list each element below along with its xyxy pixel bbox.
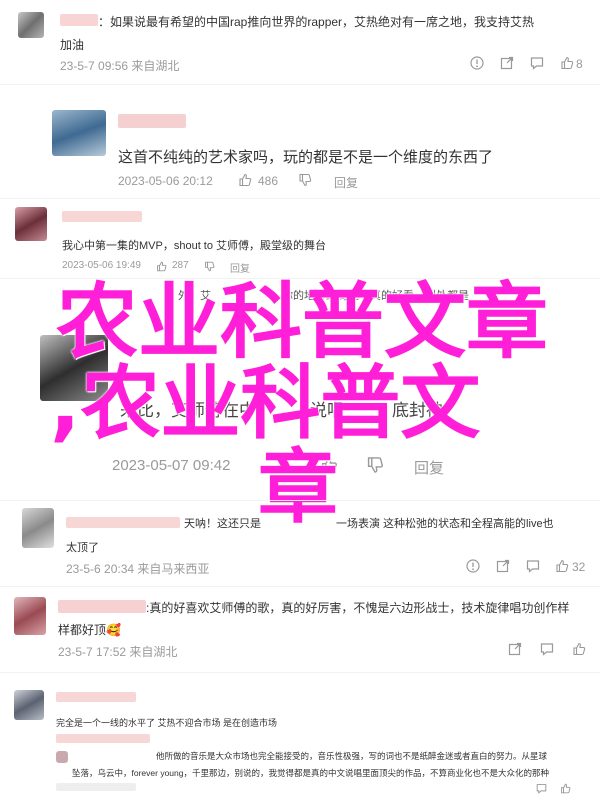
comment-text: 完全是一个一线的水平了 艾热不迎合市场 是在创造市场 xyxy=(56,718,278,728)
nested-reply-text-line2: 坠落，乌云中，forever young，千里那边，别说的，我觉得都是真的中文说… xyxy=(72,768,549,778)
comment-date: 23-5-6 20:34 来自马来西亚 xyxy=(66,562,210,576)
comment-text: 这首不纯纯的艺术家吗，玩的都是不是一个维度的东西了 xyxy=(118,149,494,166)
emoji: 🥰 xyxy=(106,623,121,637)
nested-username-blur[interactable] xyxy=(56,734,150,743)
like-icon[interactable] xyxy=(560,56,574,75)
nested-reply-text: 他所做的音乐是大众市场也完全能接受的，音乐性极强，写的词也不是纸醉金迷或者直白的… xyxy=(156,751,548,761)
comment-date: 2023-05-07 09:42 xyxy=(112,457,231,474)
comment-text-line2: 加油 xyxy=(60,38,85,52)
like-icon[interactable] xyxy=(238,173,252,192)
avatar[interactable] xyxy=(18,12,44,38)
nested-avatar[interactable] xyxy=(56,751,68,763)
overlay-title-line2: ,农业科普文 xyxy=(50,357,481,450)
comment-text: :真的好喜欢艾师傅的歌，真的好厉害，不愧是六边形战士，技术旋律唱功创作样 xyxy=(146,601,570,615)
like-icon[interactable] xyxy=(555,559,569,578)
comment-date: 2023-05-06 19:49 xyxy=(62,260,141,271)
share-icon[interactable] xyxy=(508,642,522,661)
comment-date: 23-5-7 17:52 来自湖北 xyxy=(58,645,178,659)
comment-date: 2023-05-06 20:12 xyxy=(118,174,213,188)
username-blur[interactable] xyxy=(118,114,186,128)
username-blur[interactable] xyxy=(58,600,146,613)
share-icon[interactable] xyxy=(496,559,510,578)
overlay-title-line1: 农业科普文章 xyxy=(56,275,549,370)
dislike-icon[interactable] xyxy=(298,173,312,192)
avatar[interactable] xyxy=(14,690,44,720)
comment-icon[interactable] xyxy=(526,559,540,578)
comment-icon[interactable] xyxy=(540,642,554,661)
username-blur[interactable] xyxy=(60,14,98,26)
username-blur[interactable] xyxy=(62,211,142,222)
like-icon[interactable] xyxy=(560,781,571,799)
dislike-icon[interactable] xyxy=(366,456,384,479)
nested-meta-blur xyxy=(56,783,136,791)
like-count: 287 xyxy=(172,260,189,271)
overlay-title-line3: 章 xyxy=(258,441,338,534)
comment-date: 23-5-7 09:56 来自湖北 xyxy=(60,59,180,73)
reply-button[interactable]: 回复 xyxy=(334,174,358,191)
comment-text: 天呐！这还只是 xyxy=(184,518,261,530)
reply-button[interactable]: 回复 xyxy=(230,260,250,275)
avatar[interactable] xyxy=(15,207,47,241)
comment-text: ：如果说最有希望的中国rap推向世界的rapper，艾热绝对有一席之地，我支持艾… xyxy=(98,15,535,29)
comment-text-cont: 一场表演 这种松弛的状态和全程高能的live也 xyxy=(336,518,554,530)
username-blur[interactable] xyxy=(66,517,180,528)
comment-icon[interactable] xyxy=(530,56,544,75)
comment-text-line2: 太顶了 xyxy=(66,542,99,554)
comment-text-line2: 样都好顶🥰 xyxy=(58,621,121,638)
reply-button[interactable]: 回复 xyxy=(414,457,444,478)
like-count: 8 xyxy=(576,57,583,71)
comment-icon[interactable] xyxy=(536,781,547,799)
avatar[interactable] xyxy=(52,110,106,156)
avatar[interactable] xyxy=(22,508,54,548)
avatar[interactable] xyxy=(14,597,46,635)
like-count: 486 xyxy=(258,174,279,188)
comment-text-line2-body: 样都好顶 xyxy=(58,623,107,637)
report-icon[interactable] xyxy=(470,56,484,75)
username-blur[interactable] xyxy=(56,692,136,702)
like-icon[interactable] xyxy=(572,642,586,661)
like-count: 32 xyxy=(572,560,586,574)
share-icon[interactable] xyxy=(500,56,514,75)
report-icon[interactable] xyxy=(466,559,480,578)
comment-text: 我心中第一集的MVP，shout to 艾师傅，殿堂级的舞台 xyxy=(62,240,327,252)
